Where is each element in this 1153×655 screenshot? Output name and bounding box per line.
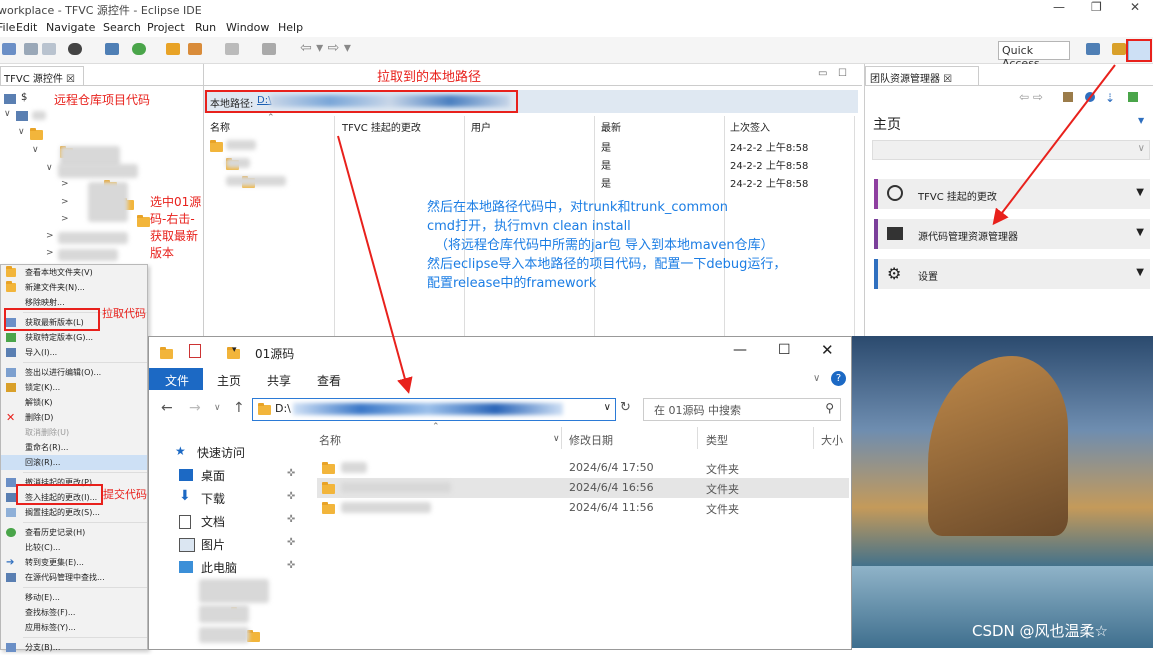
arrow-to-explorer <box>337 135 413 394</box>
arrow-to-source-explorer <box>992 64 1116 226</box>
highlight-perspective <box>1126 39 1152 62</box>
annotation-arrows <box>337 39 1152 394</box>
